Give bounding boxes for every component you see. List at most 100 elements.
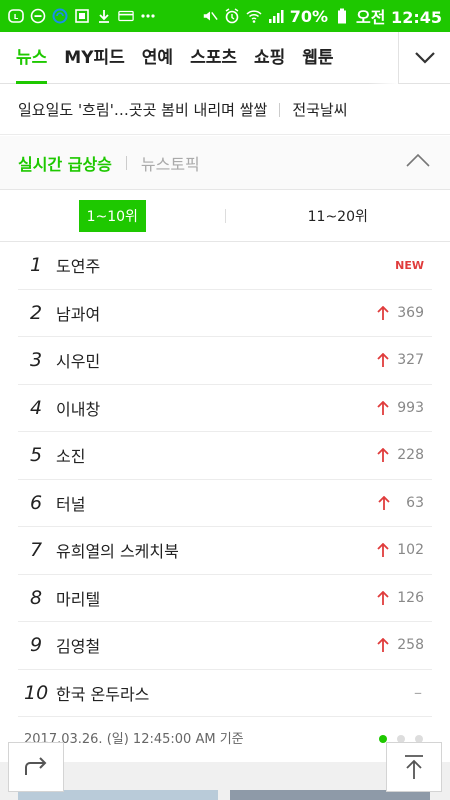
chevron-down-icon [414, 52, 435, 64]
list-item[interactable]: 1 도연주 NEW [18, 242, 432, 290]
list-item[interactable]: 7 유희열의 스케치북 102 [18, 527, 432, 575]
chevron-up-icon [406, 153, 430, 167]
arrow-up-icon [377, 400, 389, 415]
list-item[interactable]: 3 시우민 327 [18, 337, 432, 385]
search-term: 시우민 [56, 352, 101, 372]
change-value: 993 [397, 399, 424, 416]
ranking-list: 1 도연주 NEW 2 남과여 369 3 시우민 327 4 이내창 993 … [18, 242, 432, 717]
wifi-icon [246, 8, 262, 24]
rank-range-tabs: 1~10위 11~20위 [0, 190, 450, 242]
mute-icon [202, 8, 218, 24]
arrow-up-icon [377, 638, 389, 653]
tab-webtoon[interactable]: 웹툰 [302, 32, 333, 84]
search-term: 남과여 [56, 304, 101, 324]
list-item[interactable]: 9 김영철 258 [18, 622, 432, 670]
tab-news-topic[interactable]: 뉴스토픽 [141, 151, 200, 175]
search-term: 한국 온두라스 [56, 684, 150, 704]
share-button[interactable] [8, 742, 64, 792]
search-term: 소진 [56, 447, 86, 467]
sync-icon [52, 8, 68, 24]
card-icon [118, 8, 134, 24]
battery-icon [334, 8, 350, 24]
change-value: 228 [397, 447, 424, 464]
status-icons-left: L [8, 8, 156, 24]
collapse-button[interactable] [404, 150, 432, 176]
list-item[interactable]: 5 소진 228 [18, 432, 432, 480]
headline-link[interactable]: 일요일도 '흐림'…곳곳 봄비 내리며 쌀쌀 [18, 99, 267, 120]
tab-rank-1-10[interactable]: 1~10위 [0, 190, 225, 242]
dots-icon [140, 8, 156, 24]
top-nav: 뉴스 MY피드 연예 스포츠 쇼핑 웹툰 [0, 32, 450, 84]
search-term: 김영철 [56, 637, 101, 657]
search-term: 터널 [56, 494, 86, 514]
ohsio-icon [74, 8, 90, 24]
rank-number: 7 [30, 539, 43, 562]
scroll-top-button[interactable] [386, 742, 442, 792]
scroll-top-icon [405, 755, 423, 779]
search-term: 유희열의 스케치북 [56, 542, 179, 562]
arrow-up-icon [377, 305, 389, 320]
signal-icon [268, 8, 284, 24]
rank-change: 63 [378, 495, 424, 511]
dnd-icon [30, 8, 46, 24]
tab-label: 1~10위 [78, 199, 146, 232]
arrow-up-icon [377, 543, 389, 558]
status-icons-right: 70% 오전 12:45 [202, 4, 442, 28]
arrow-up-icon [377, 448, 389, 463]
nav-more-button[interactable] [398, 32, 450, 84]
rank-number: 1 [30, 254, 43, 277]
rank-number: 2 [30, 301, 43, 324]
change-value: 102 [397, 542, 424, 559]
arrow-up-icon [378, 495, 390, 510]
clock: 오전 12:45 [356, 8, 442, 27]
weather-link[interactable]: 전국날씨 [292, 99, 347, 120]
list-item[interactable]: 10 한국 온두라스 – [18, 670, 432, 717]
alarm-icon [224, 8, 240, 24]
change-value: 327 [397, 352, 424, 369]
battery-percent: 70% [289, 6, 329, 26]
arrow-up-icon [377, 590, 389, 605]
svg-text:L: L [14, 13, 19, 21]
rank-number: 5 [30, 444, 43, 467]
rank-number: 10 [24, 681, 49, 704]
headline-bar: 일요일도 '흐림'…곳곳 봄비 내리며 쌀쌀 전국날씨 [0, 85, 450, 135]
tab-shopping[interactable]: 쇼핑 [254, 32, 285, 84]
tab-label: 11~20위 [307, 208, 368, 225]
rank-number: 8 [30, 586, 43, 609]
new-badge: NEW [395, 258, 424, 272]
divider [125, 155, 127, 170]
tab-rank-11-20[interactable]: 11~20위 [226, 190, 450, 242]
search-term: 마리텔 [56, 589, 101, 609]
tab-entertainment[interactable]: 연예 [142, 32, 173, 84]
change-value: 258 [397, 637, 424, 654]
change-value: 63 [406, 494, 424, 511]
change-value: 369 [397, 304, 424, 321]
rank-number: 3 [30, 349, 43, 372]
line-icon: L [8, 8, 24, 24]
rank-change: 993 [377, 400, 424, 416]
rank-change: 258 [377, 637, 424, 653]
change-value: 126 [397, 589, 424, 606]
status-bar: L 70% 오전 12:45 [0, 0, 450, 32]
rank-number: 4 [30, 396, 43, 419]
tab-fade [368, 32, 398, 84]
tab-my-feed[interactable]: MY피드 [64, 32, 125, 84]
share-icon [25, 757, 47, 775]
search-term: 도연주 [56, 257, 101, 277]
rank-change: 228 [377, 447, 424, 463]
tab-sports[interactable]: 스포츠 [190, 32, 237, 84]
tab-news[interactable]: 뉴스 [16, 32, 48, 84]
list-item[interactable]: 6 터널 63 [18, 480, 432, 527]
list-item[interactable]: 4 이내창 993 [18, 385, 432, 432]
nav-tabs: 뉴스 MY피드 연예 스포츠 쇼핑 웹툰 [0, 32, 398, 84]
rank-change: 369 [377, 305, 424, 321]
tab-realtime-trending[interactable]: 실시간 급상승 [18, 151, 112, 175]
rank-change: 327 [377, 352, 424, 368]
search-term: 이내창 [56, 399, 101, 419]
rank-number: 6 [30, 491, 43, 514]
rank-change: 126 [377, 590, 424, 606]
divider [279, 102, 281, 117]
list-item[interactable]: 8 마리텔 126 [18, 575, 432, 622]
list-item[interactable]: 2 남과여 369 [18, 290, 432, 337]
no-change-mark: – [414, 683, 422, 703]
